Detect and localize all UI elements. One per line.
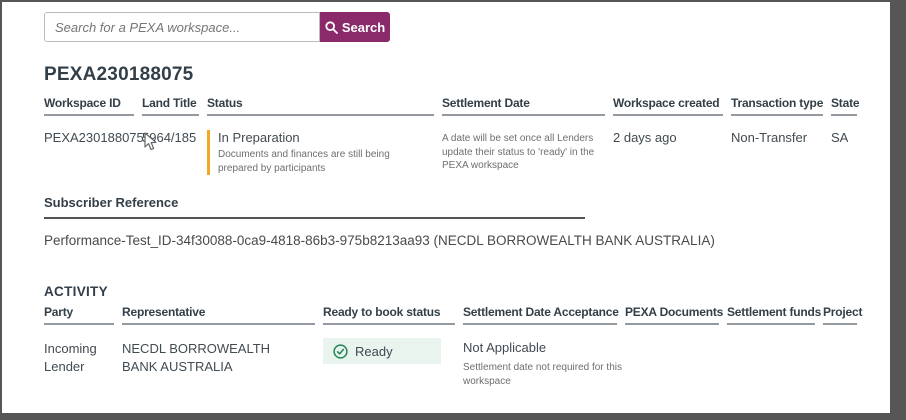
workspace-table: Workspace ID Land Title Status Settlemen…: [44, 96, 865, 187]
workspace-page: Search PEXA230188075 Workspace ID Land T…: [2, 2, 890, 413]
ready-status-cell: Ready: [323, 325, 463, 404]
page-title: PEXA230188075: [44, 64, 194, 85]
pexa-documents-cell: [625, 404, 727, 413]
activity-table-header-row: Party Representative Ready to book statu…: [44, 305, 865, 325]
settlement-acceptance-value: Not Applicable: [463, 340, 547, 355]
status-cell: In Preparation Documents and finances ar…: [207, 116, 442, 187]
settlement-date-note: A date will be set once all Lenders upda…: [442, 133, 595, 171]
representative-value: NECDL BORROWEALTH BANK AUSTRALIA: [122, 341, 271, 374]
status-note: Documents and finances are still being p…: [218, 149, 390, 174]
col-header-party: Party: [44, 305, 122, 325]
search-icon: [325, 20, 338, 34]
settlement-acceptance-note: Settlement date not required for this wo…: [463, 362, 622, 387]
settlement-acceptance-cell: Not Applicable Settlement date not requi…: [463, 325, 625, 404]
col-header-settlement-funds: Settlement funds: [727, 305, 823, 325]
land-title-value: 5964/185: [142, 130, 197, 145]
settlement-acceptance-cell: Not Applicable Settlement date not requi…: [463, 404, 625, 413]
search-input[interactable]: [44, 12, 320, 42]
state-value: SA: [831, 130, 849, 145]
transaction-type-value: Non-Transfer: [731, 130, 808, 145]
ready-status-cell: Pending: [323, 404, 463, 413]
col-header-pexa-documents: PEXA Documents: [625, 305, 727, 325]
col-header-settlement-date-acceptance: Settlement Date Acceptance: [463, 305, 625, 325]
subscriber-reference-value: Performance-Test_ID-34f30088-0ca9-4818-8…: [44, 233, 715, 248]
activity-row-incoming-lender[interactable]: Incoming Lender NECDL BORROWEALTH BANK A…: [44, 325, 865, 404]
col-header-workspace-created: Workspace created: [613, 96, 731, 116]
pexa-documents-cell: [625, 325, 727, 404]
col-header-representative: Representative: [122, 305, 323, 325]
ready-status-label: Ready: [355, 343, 393, 359]
col-header-status: Status: [207, 96, 442, 116]
subscriber-reference-section: Subscriber Reference Performance-Test_ID…: [44, 195, 890, 248]
col-header-land-title: Land Title: [142, 96, 207, 116]
settlement-funds-cell: [727, 404, 823, 413]
workspace-table-row[interactable]: PEXA230188075 5964/185 In Preparation Do…: [44, 116, 865, 187]
party-value: Incoming Lender: [44, 341, 97, 374]
activity-row-outgoing-lender[interactable]: Outgoing Lender COMMONWEALTH BANK AUSTRA…: [44, 404, 865, 413]
party-value: Outgoing Lender: [44, 404, 122, 413]
search-button[interactable]: Search: [320, 12, 390, 42]
col-header-project: Project: [823, 305, 865, 325]
representative-value: COMMONWEALTH BANK AUSTRALIA: [122, 404, 323, 413]
settlement-funds-cell: [727, 325, 823, 404]
col-header-transaction-type: Transaction type: [731, 96, 831, 116]
subscriber-reference-label: Subscriber Reference: [44, 195, 585, 219]
settlement-date-cell: A date will be set once all Lenders upda…: [442, 116, 613, 187]
project-cell: [823, 404, 865, 413]
activity-section-title: ACTIVITY: [44, 284, 108, 299]
activity-table: Party Representative Ready to book statu…: [44, 305, 865, 413]
search-bar: Search: [44, 12, 890, 42]
col-header-state: State: [831, 96, 865, 116]
project-cell: [823, 325, 865, 404]
workspace-id-value: PEXA230188075: [44, 130, 144, 145]
col-header-workspace-id: Workspace ID: [44, 96, 142, 116]
status-value: In Preparation: [218, 130, 300, 145]
ready-status-badge: Ready: [323, 338, 441, 364]
col-header-settlement-date: Settlement Date: [442, 96, 613, 116]
workspace-created-value: 2 days ago: [613, 130, 677, 145]
search-button-label: Search: [341, 19, 386, 35]
workspace-table-header-row: Workspace ID Land Title Status Settlemen…: [44, 96, 865, 116]
check-circle-icon: [333, 343, 348, 359]
col-header-ready-to-book: Ready to book status: [323, 305, 463, 325]
